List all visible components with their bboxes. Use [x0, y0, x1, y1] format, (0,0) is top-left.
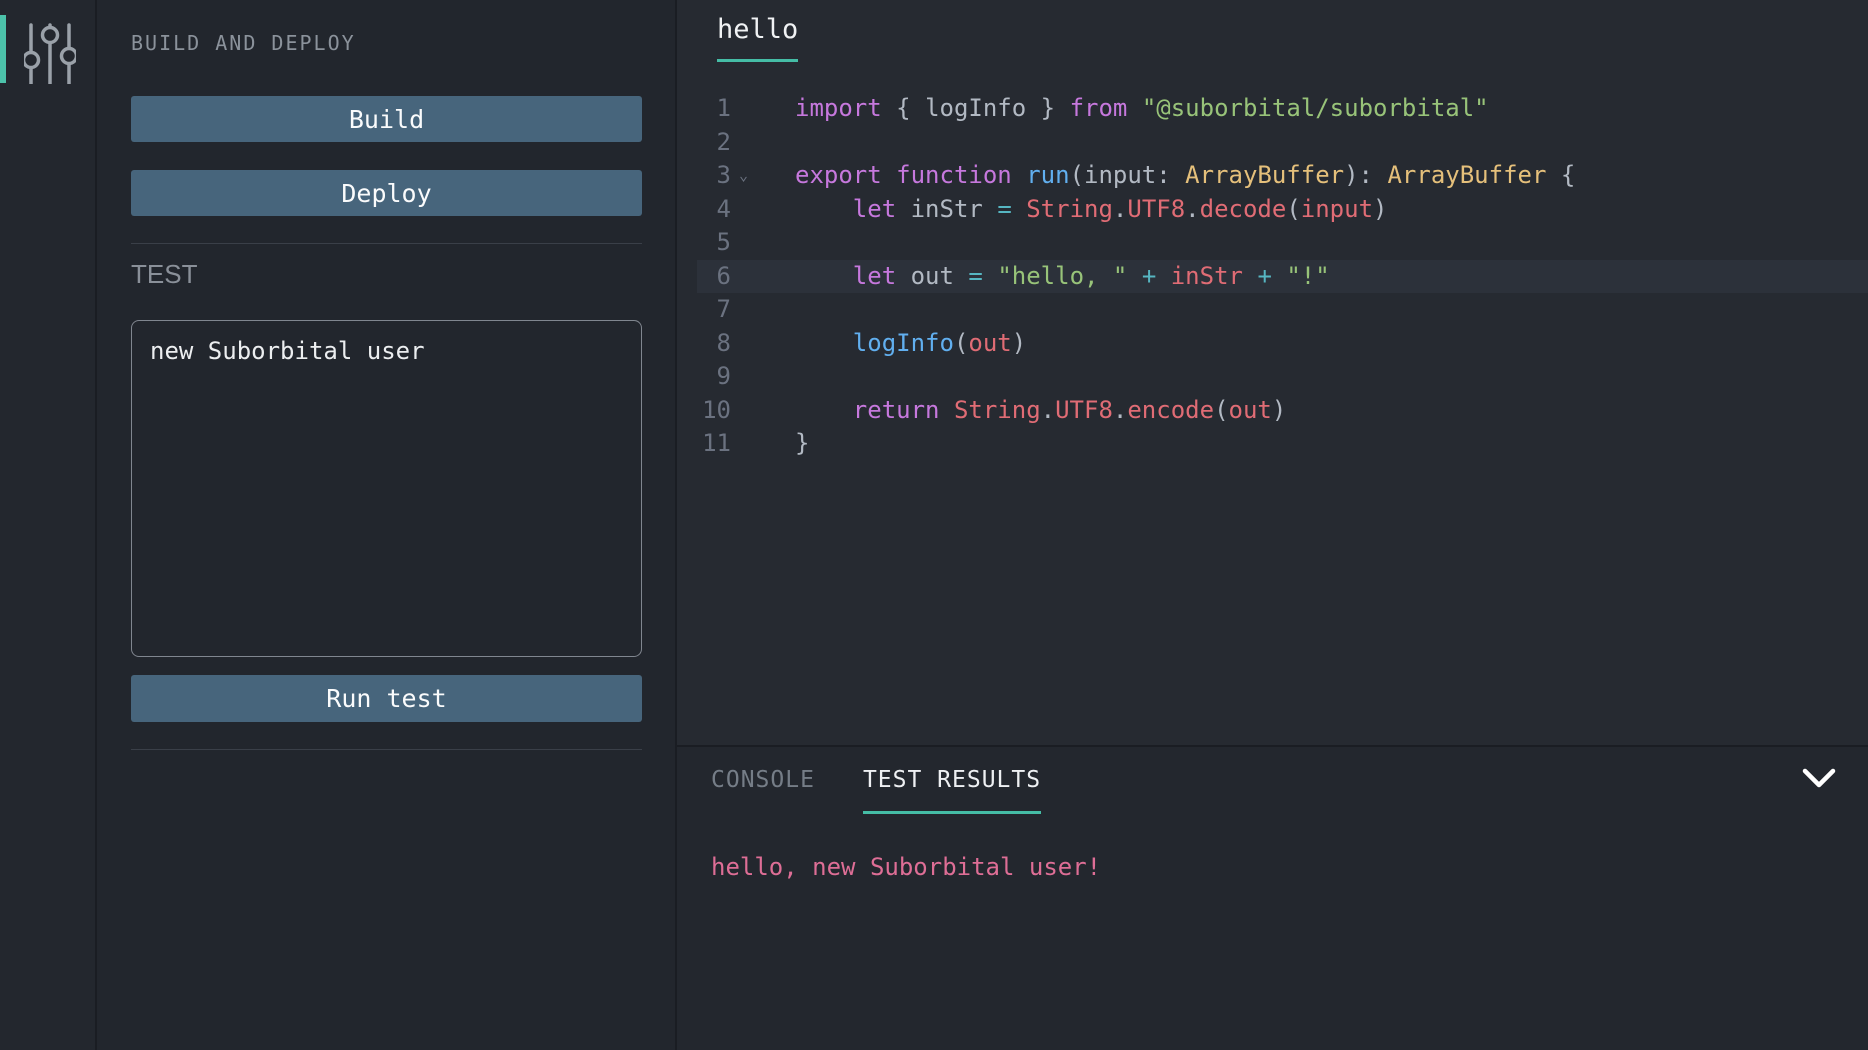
- line-number: 1: [697, 92, 731, 126]
- chevron-down-icon: [1802, 775, 1836, 794]
- fold-gutter-spacer: [731, 293, 761, 327]
- main-column: hello 1 import { logInfo } from "@suborbi…: [677, 0, 1868, 1050]
- code-text: import { logInfo } from "@suborbital/sub…: [795, 92, 1489, 126]
- deploy-button[interactable]: Deploy: [131, 170, 642, 216]
- line-number: 11: [697, 427, 731, 461]
- code-text: export function run(input: ArrayBuffer):…: [795, 159, 1575, 193]
- line-number: 4: [697, 193, 731, 227]
- test-payload-input[interactable]: new Suborbital user: [131, 320, 642, 657]
- build-panel: BUILD AND DEPLOY Build Deploy TEST new S…: [97, 0, 677, 1050]
- test-section-title: TEST: [131, 260, 642, 288]
- run-test-button[interactable]: Run test: [131, 675, 642, 722]
- line-number: 10: [697, 394, 731, 428]
- fold-gutter-spacer: [731, 226, 761, 260]
- code-line: 3⌄ export function run(input: ArrayBuffer…: [697, 159, 1868, 193]
- rail-item-build-settings[interactable]: [24, 22, 76, 84]
- code-text: let inStr = String.UTF8.decode(input): [795, 193, 1387, 227]
- line-number: 6: [697, 260, 731, 294]
- code-line: 7: [697, 293, 1868, 327]
- line-number: 5: [697, 226, 731, 260]
- collapse-panel-button[interactable]: [1802, 768, 1836, 790]
- code-text: logInfo(out): [795, 327, 1026, 361]
- section-divider: [131, 243, 642, 244]
- code-line: 10 return String.UTF8.encode(out): [697, 394, 1868, 428]
- tab-test-results[interactable]: TEST RESULTS: [863, 765, 1041, 814]
- editor-tab-bar: hello: [677, 0, 1868, 62]
- fold-gutter-spacer: [731, 126, 761, 160]
- code-text: }: [795, 427, 809, 461]
- section-divider: [131, 749, 642, 750]
- fold-gutter-spacer: [731, 427, 761, 461]
- active-item-indicator: [0, 15, 6, 83]
- editor-tab-hello[interactable]: hello: [717, 14, 798, 62]
- fold-gutter-spacer: [731, 193, 761, 227]
- fold-chevron-icon[interactable]: ⌄: [731, 159, 761, 193]
- tab-console[interactable]: CONSOLE: [711, 765, 815, 814]
- code-editor: hello 1 import { logInfo } from "@suborbi…: [677, 0, 1868, 747]
- line-number: 9: [697, 360, 731, 394]
- line-number: 7: [697, 293, 731, 327]
- line-number: 8: [697, 327, 731, 361]
- code-line: 9: [697, 360, 1868, 394]
- code-text: let out = "hello, " + inStr + "!": [795, 260, 1330, 294]
- fold-gutter-spacer: [731, 360, 761, 394]
- sliders-icon: [24, 69, 76, 88]
- code-line: 8 logInfo(out): [697, 327, 1868, 361]
- console-tab-bar: CONSOLE TEST RESULTS: [711, 747, 1834, 814]
- fold-gutter-spacer: [731, 394, 761, 428]
- app-window: BUILD AND DEPLOY Build Deploy TEST new S…: [0, 0, 1868, 1050]
- code-text: return String.UTF8.encode(out): [795, 394, 1286, 428]
- code-line: 6 let out = "hello, " + inStr + "!": [697, 260, 1868, 294]
- line-number: 2: [697, 126, 731, 160]
- code-line: 5: [697, 226, 1868, 260]
- code-line: 1 import { logInfo } from "@suborbital/su…: [697, 92, 1868, 126]
- line-number: 3: [697, 159, 731, 193]
- code-line: 2: [697, 126, 1868, 160]
- code-area[interactable]: 1 import { logInfo } from "@suborbital/su…: [697, 62, 1868, 461]
- fold-gutter-spacer: [731, 92, 761, 126]
- console-panel: CONSOLE TEST RESULTS hello, new Suborbit…: [677, 747, 1868, 1050]
- code-line: 11}: [697, 427, 1868, 461]
- fold-gutter-spacer: [731, 327, 761, 361]
- icon-rail: [0, 0, 97, 1050]
- test-result-output: hello, new Suborbital user!: [711, 852, 1834, 882]
- code-line: 4 let inStr = String.UTF8.decode(input): [697, 193, 1868, 227]
- build-section-title: BUILD AND DEPLOY: [131, 30, 642, 56]
- build-button[interactable]: Build: [131, 96, 642, 142]
- fold-gutter-spacer: [731, 260, 761, 294]
